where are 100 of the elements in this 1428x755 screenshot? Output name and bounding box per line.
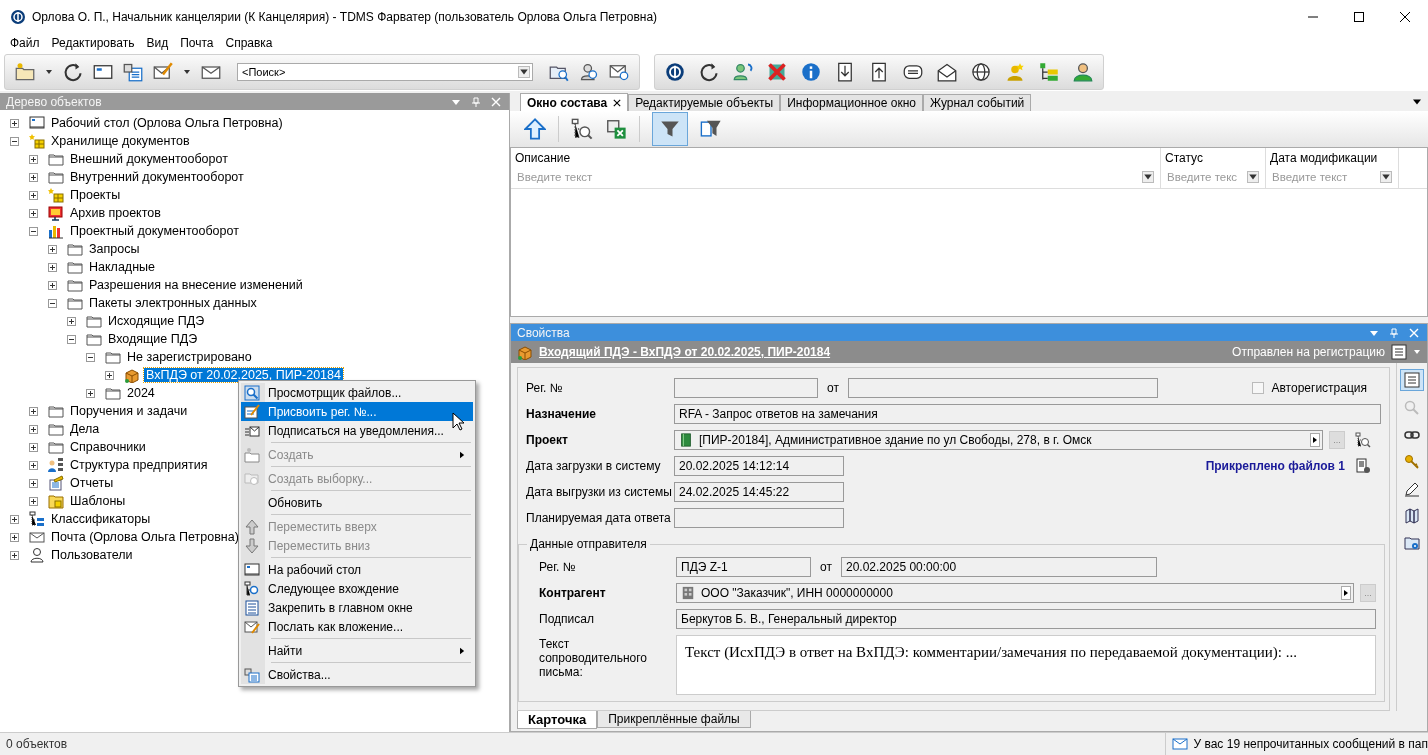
tree-item[interactable]: Поручения и задачи <box>68 404 190 418</box>
table-filter-icon[interactable] <box>700 118 722 140</box>
menu-item[interactable]: Файл <box>4 36 46 50</box>
refresh-icon[interactable] <box>63 62 83 82</box>
tree-item[interactable]: Входящие ПДЭ <box>106 332 200 346</box>
card-view-button[interactable] <box>1400 369 1424 391</box>
tree-item[interactable]: Исходящие ПДЭ <box>106 314 207 328</box>
expander-icon[interactable] <box>29 424 38 434</box>
input-field[interactable]: 20.02.2025 00:00:00 <box>841 557 1157 577</box>
user-icon[interactable] <box>1073 62 1093 82</box>
column-header[interactable]: Статус <box>1165 151 1261 165</box>
input-field[interactable]: RFA - Запрос ответов на замечания <box>674 404 1381 424</box>
tab[interactable]: Прикреплённые файлы <box>597 711 751 728</box>
expander-icon[interactable] <box>10 136 19 146</box>
expander-icon[interactable] <box>10 532 19 542</box>
tab[interactable]: Информационное окно <box>780 94 923 111</box>
excel-icon[interactable] <box>605 118 627 140</box>
menu-item[interactable]: Свойства... <box>241 660 473 684</box>
expander-icon[interactable] <box>48 298 57 308</box>
lookup-field[interactable]: ООО "Заказчик", ИНН 0000000000 <box>676 583 1354 603</box>
expander-icon[interactable] <box>29 208 38 218</box>
menu-item[interactable]: Закрепить в главном окне <box>241 598 473 617</box>
menu-item[interactable]: Справка <box>219 36 279 50</box>
column-header[interactable]: Дата модификации <box>1270 151 1394 165</box>
filter-button[interactable] <box>652 112 688 146</box>
caret-icon[interactable] <box>183 68 191 76</box>
tab[interactable]: Редактируемые объекты <box>628 94 781 111</box>
globe-icon[interactable] <box>971 62 991 82</box>
doc-down-icon[interactable] <box>835 62 855 82</box>
expander-icon[interactable] <box>10 550 19 560</box>
tab[interactable]: Карточка <box>517 711 598 729</box>
message-icon[interactable] <box>903 62 923 82</box>
tree-item[interactable]: Структура предприятия <box>68 458 210 472</box>
tree-item[interactable]: Запросы <box>87 242 142 256</box>
dropdown-icon[interactable] <box>1412 98 1422 106</box>
expander-icon[interactable] <box>86 352 95 362</box>
tree-item[interactable]: 2024 <box>125 386 157 400</box>
tree-item[interactable]: Внешний документооборот <box>68 152 230 166</box>
menu-item[interactable]: Вид <box>140 36 175 50</box>
input-field[interactable]: Беркутов Б. В., Генеральный директор <box>676 609 1376 629</box>
refresh-icon[interactable] <box>699 62 719 82</box>
up-arrow-icon[interactable] <box>524 118 546 140</box>
tree-item[interactable]: Справочники <box>68 440 148 454</box>
user-search-icon[interactable] <box>579 62 599 82</box>
expander-icon[interactable] <box>48 280 57 290</box>
tree-item[interactable]: Проектный документооборот <box>68 224 241 238</box>
expander-icon[interactable] <box>67 334 76 344</box>
menu-item[interactable]: Подписаться на уведомления... <box>241 421 473 440</box>
menu-item[interactable]: Следующее вхождение <box>241 579 473 598</box>
document-icon[interactable] <box>1391 344 1407 360</box>
tree-icon[interactable] <box>1039 62 1059 82</box>
expander-icon[interactable] <box>29 406 38 416</box>
dropdown-icon[interactable] <box>1247 171 1259 183</box>
cross-icon[interactable] <box>767 62 787 82</box>
pin-icon[interactable] <box>1387 327 1401 338</box>
folder-new-icon[interactable] <box>15 62 35 82</box>
expander-icon[interactable] <box>29 172 38 182</box>
tree-search-icon[interactable] <box>571 118 593 140</box>
expander-icon[interactable] <box>29 496 38 506</box>
dropdown-icon[interactable] <box>1142 171 1154 183</box>
columns-icon[interactable] <box>1402 506 1422 526</box>
tab[interactable]: Журнал событий <box>922 94 1032 111</box>
tree-item[interactable]: ВхПДЭ от 20.02.2025, ПИР-20184 <box>144 368 343 382</box>
expander-icon[interactable] <box>29 442 38 452</box>
tree-item[interactable]: Пакеты электронных данных <box>87 296 259 310</box>
tree-item[interactable]: Не зарегистрировано <box>125 350 254 364</box>
tree-item[interactable]: Классификаторы <box>49 512 153 526</box>
search-field[interactable]: <Поиск> <box>237 63 533 81</box>
mail-open-icon[interactable] <box>937 62 957 82</box>
menu-item[interactable]: Редактировать <box>45 36 141 50</box>
caret-icon[interactable] <box>45 68 53 76</box>
input-field[interactable] <box>674 378 818 398</box>
user-star-icon[interactable] <box>1005 62 1025 82</box>
tree-item[interactable]: Рабочий стол (Орлова Ольга Петровна) <box>49 116 285 130</box>
text-area[interactable]: Текст (ИсхПДЭ в ответ на ВхПДЭ: комментарии/замечания по передаваемой документации): ... <box>676 635 1376 695</box>
expander-icon[interactable] <box>29 478 38 488</box>
dropdown-icon[interactable] <box>1380 171 1392 183</box>
status-text[interactable]: У вас 19 непрочитанных сообщений в пап <box>1193 737 1428 751</box>
menu-item[interactable]: На рабочий стол <box>241 555 473 579</box>
tree-item[interactable]: Почта (Орлова Ольга Петровна) <box>49 530 241 544</box>
column-header[interactable]: Описание <box>515 151 1156 165</box>
mail-pen-icon[interactable] <box>153 62 173 82</box>
expander-icon[interactable] <box>48 244 57 254</box>
dropdown-icon[interactable] <box>518 66 530 78</box>
users-icon[interactable] <box>733 62 753 82</box>
window-icon[interactable] <box>93 62 113 82</box>
close-icon[interactable] <box>613 98 622 107</box>
menu-item[interactable]: Присвоить рег. №... <box>241 402 473 421</box>
tab[interactable]: Окно состава <box>520 93 629 111</box>
tree-search-icon[interactable] <box>1355 432 1371 448</box>
tree-item[interactable]: Хранилище документов <box>49 134 192 148</box>
form-icon[interactable] <box>123 62 143 82</box>
expander-icon[interactable] <box>67 316 76 326</box>
attached-files-link[interactable]: Прикреплено файлов 1 <box>1205 459 1345 473</box>
input-field[interactable]: ПДЭ Z-1 <box>676 557 811 577</box>
expander-icon[interactable] <box>86 388 95 398</box>
expander-icon[interactable] <box>48 262 57 272</box>
lookup-field[interactable]: [ПИР-20184], Административное здание по ул Свободы, 278, в г. Омск <box>674 430 1323 450</box>
expander-icon[interactable] <box>10 118 19 128</box>
tree-item[interactable]: Архив проектов <box>68 206 163 220</box>
